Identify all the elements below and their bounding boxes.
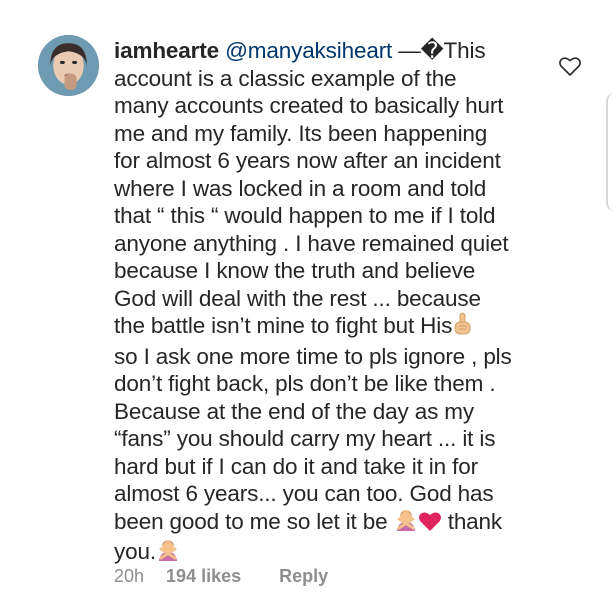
comment-text: don’t fight back, pls don’t be like them… (114, 371, 496, 396)
comment-line-11: the battle isn’t mine to fight but His (114, 312, 554, 343)
avatar[interactable] (38, 35, 99, 96)
comment-text: you. (114, 539, 156, 564)
comment-text: almost 6 years... you can too. God has (114, 481, 494, 506)
comment-text: many accounts created to basically hurt (114, 93, 504, 118)
comment-text: where I was locked in a room and told (114, 175, 487, 201)
person-gesturing-no-emoji (156, 538, 180, 569)
comment-text: Because at the end of the day as my (114, 398, 474, 424)
like-comment-button[interactable] (558, 55, 584, 79)
heart-outline-icon (559, 57, 581, 76)
comment-line-20: you. (114, 538, 554, 569)
comment-username[interactable]: iamhearte (114, 38, 219, 63)
comment-text: the battle isn’t mine to fight but His (114, 313, 453, 338)
comment-text: because I know the truth and believe (114, 258, 476, 283)
comment-text: that “ this “ would happen to me if I to… (114, 203, 496, 228)
comment-text: me and my family. Its been happening (114, 120, 488, 146)
reply-button[interactable]: Reply (279, 566, 328, 587)
comment-text: so I ask one more time to pls ignore , p… (114, 343, 512, 369)
comment-text: been good to me so let it be (114, 508, 388, 534)
comment-mention[interactable]: @manyaksiheart (225, 38, 392, 63)
pointing-up-emoji (452, 312, 474, 343)
avatar-photo (38, 35, 99, 96)
red-heart-emoji (418, 510, 442, 539)
comment-text: God will deal with the rest ... because (114, 285, 481, 311)
comment-text: —�This (398, 38, 486, 63)
comment-timestamp: 20h (114, 566, 145, 586)
comment-text: thank (447, 508, 503, 534)
comment-text: “fans” you should carry my heart ... it … (114, 426, 496, 451)
comment-text: hard but if I can do it and take it in f… (114, 453, 478, 479)
comment-text: for almost 6 years now after an incident (114, 148, 501, 173)
comment-body: iamhearte @manyaksiheart —�This account … (114, 37, 554, 569)
comment-text: anyone anything . I have remained quiet (114, 230, 509, 256)
comment-meta: 20h 194 likes Reply (114, 566, 328, 587)
comment-line-18: been good to me so let it be thank (114, 508, 554, 539)
person-gesturing-no-emoji (394, 508, 418, 539)
comment-text: account is a classic example of the (114, 65, 457, 91)
comment-line-1: iamhearte @manyaksiheart —�This (114, 37, 554, 65)
likes-count-button[interactable]: 194 likes (166, 566, 241, 587)
scroll-edge (606, 92, 616, 212)
